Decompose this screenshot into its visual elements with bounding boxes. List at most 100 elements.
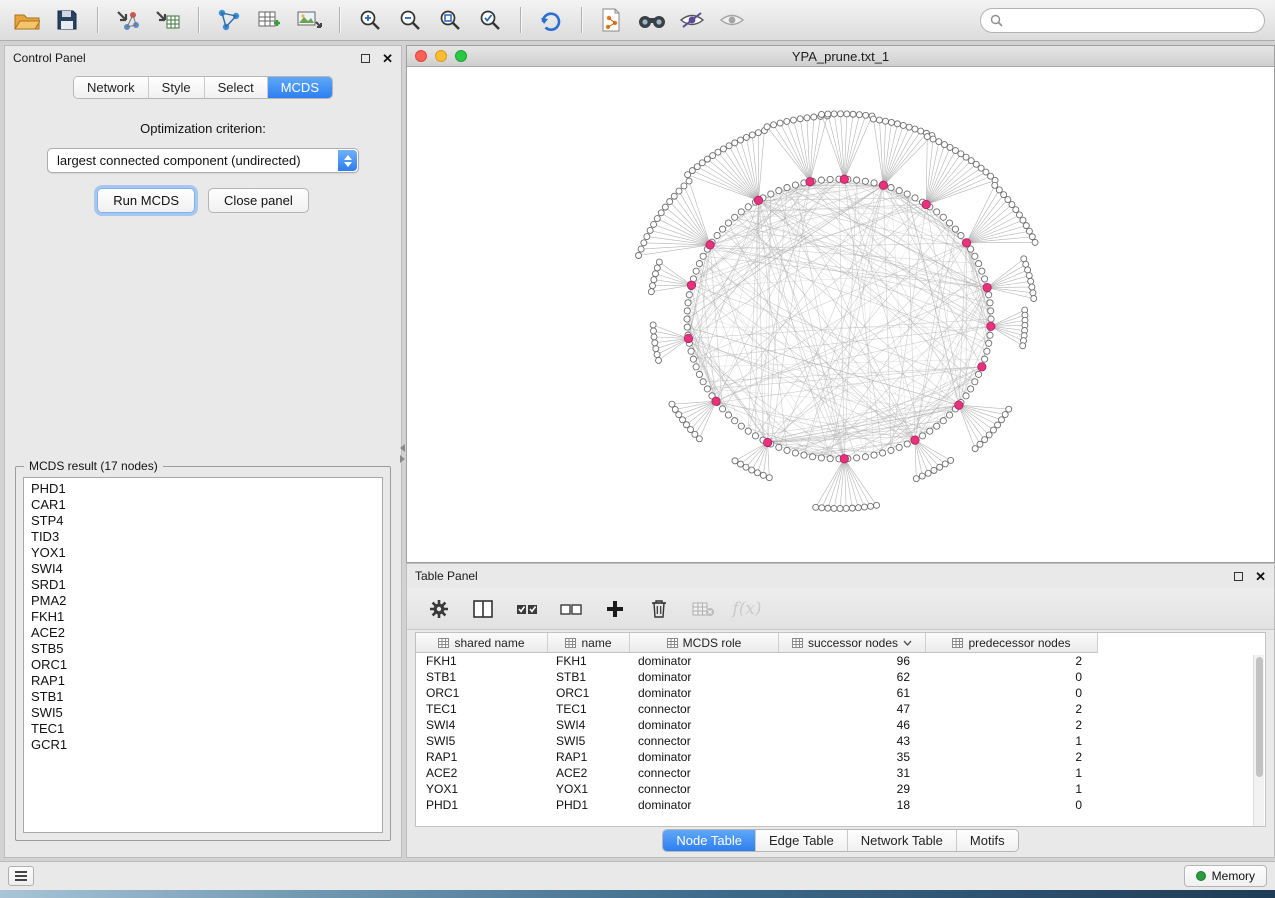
network-node[interactable] bbox=[719, 226, 725, 232]
table-scrollbar[interactable] bbox=[1253, 655, 1264, 827]
network-node[interactable] bbox=[982, 276, 988, 282]
network-node[interactable] bbox=[811, 114, 817, 120]
dominator-node[interactable] bbox=[978, 363, 986, 371]
tab-select[interactable]: Select bbox=[205, 77, 268, 98]
dominator-node[interactable] bbox=[879, 181, 887, 189]
run-mcds-button[interactable]: Run MCDS bbox=[97, 188, 195, 213]
network-node[interactable] bbox=[977, 441, 983, 447]
network-node[interactable] bbox=[752, 433, 758, 439]
show-all-icon[interactable] bbox=[715, 4, 749, 36]
network-node[interactable] bbox=[888, 184, 894, 190]
network-node[interactable] bbox=[650, 328, 656, 334]
column-layout-icon[interactable] bbox=[471, 597, 495, 621]
network-node[interactable] bbox=[784, 118, 790, 124]
network-node[interactable] bbox=[940, 418, 946, 424]
network-node[interactable] bbox=[686, 178, 692, 184]
network-node[interactable] bbox=[894, 121, 900, 127]
table-row[interactable]: ORC1ORC1dominator610 bbox=[416, 685, 1265, 701]
network-node[interactable] bbox=[737, 461, 743, 467]
network-node[interactable] bbox=[819, 111, 825, 117]
network-node[interactable] bbox=[719, 406, 725, 412]
network-node[interactable] bbox=[925, 470, 931, 476]
network-node[interactable] bbox=[904, 191, 910, 197]
dominator-node[interactable] bbox=[712, 397, 720, 405]
network-node[interactable] bbox=[732, 214, 738, 220]
network-node[interactable] bbox=[792, 450, 798, 456]
network-node[interactable] bbox=[681, 183, 687, 189]
network-node[interactable] bbox=[975, 371, 981, 377]
network-node[interactable] bbox=[693, 364, 699, 370]
network-node[interactable] bbox=[986, 432, 992, 438]
network-node[interactable] bbox=[1013, 207, 1019, 213]
mcds-result-item[interactable]: SWI4 bbox=[24, 561, 382, 577]
network-node[interactable] bbox=[942, 461, 948, 467]
network-node[interactable] bbox=[855, 505, 861, 511]
network-node[interactable] bbox=[684, 316, 690, 322]
select-all-icon[interactable] bbox=[515, 597, 539, 621]
table-row[interactable]: FKH1FKH1dominator962 bbox=[416, 653, 1265, 669]
network-node[interactable] bbox=[801, 452, 807, 458]
network-node[interactable] bbox=[924, 134, 930, 140]
float-panel-icon[interactable] bbox=[361, 54, 370, 63]
network-node[interactable] bbox=[968, 386, 974, 392]
mcds-result-item[interactable]: ACE2 bbox=[24, 625, 382, 641]
network-node[interactable] bbox=[651, 221, 657, 227]
network-node[interactable] bbox=[947, 144, 953, 150]
network-node[interactable] bbox=[1005, 197, 1011, 203]
network-node[interactable] bbox=[900, 122, 906, 128]
network-node[interactable] bbox=[992, 182, 998, 188]
hide-selected-icon[interactable] bbox=[675, 4, 709, 36]
network-node[interactable] bbox=[982, 356, 988, 362]
zoom-fit-icon[interactable] bbox=[433, 4, 467, 36]
network-node[interactable] bbox=[879, 450, 885, 456]
save-icon[interactable] bbox=[50, 4, 84, 36]
network-node[interactable] bbox=[686, 292, 692, 298]
memory-button[interactable]: Memory bbox=[1184, 865, 1267, 887]
network-node[interactable] bbox=[651, 277, 657, 283]
status-menu-button[interactable] bbox=[8, 866, 34, 886]
network-node[interactable] bbox=[995, 422, 1001, 428]
search-network-icon[interactable] bbox=[635, 4, 669, 36]
network-node[interactable] bbox=[658, 210, 664, 216]
zoom-in-icon[interactable] bbox=[353, 4, 387, 36]
mcds-result-item[interactable]: STB1 bbox=[24, 689, 382, 705]
column-header[interactable]: shared name bbox=[416, 633, 548, 653]
network-node[interactable] bbox=[654, 352, 660, 358]
network-node[interactable] bbox=[827, 456, 833, 462]
network-node[interactable] bbox=[919, 433, 925, 439]
table-row[interactable]: STB1STB1dominator620 bbox=[416, 669, 1265, 685]
network-node[interactable] bbox=[652, 271, 658, 277]
network-node[interactable] bbox=[827, 176, 833, 182]
new-table-icon[interactable] bbox=[252, 4, 286, 36]
network-node[interactable] bbox=[700, 379, 706, 385]
network-node[interactable] bbox=[1006, 406, 1012, 412]
mcds-result-item[interactable]: STB5 bbox=[24, 641, 382, 657]
network-node[interactable] bbox=[904, 441, 910, 447]
network-node[interactable] bbox=[1031, 296, 1037, 302]
deselect-all-icon[interactable] bbox=[559, 597, 583, 621]
table-row[interactable]: SWI4SWI4dominator462 bbox=[416, 717, 1265, 733]
column-header[interactable]: predecessor nodes bbox=[926, 633, 1098, 653]
network-node[interactable] bbox=[871, 180, 877, 186]
network-node[interactable] bbox=[819, 505, 825, 511]
zoom-selected-icon[interactable] bbox=[473, 4, 507, 36]
network-node[interactable] bbox=[667, 199, 673, 205]
network-node[interactable] bbox=[1023, 223, 1029, 229]
network-node[interactable] bbox=[936, 139, 942, 145]
mcds-result-item[interactable]: CAR1 bbox=[24, 497, 382, 513]
tab-node-table[interactable]: Node Table bbox=[663, 830, 756, 851]
network-node[interactable] bbox=[715, 149, 721, 155]
column-header[interactable]: name bbox=[548, 633, 630, 653]
dominator-node[interactable] bbox=[955, 401, 963, 409]
network-node[interactable] bbox=[941, 142, 947, 148]
network-node[interactable] bbox=[764, 124, 770, 130]
close-panel-icon[interactable]: ✕ bbox=[382, 52, 393, 65]
network-node[interactable] bbox=[948, 457, 954, 463]
network-node[interactable] bbox=[693, 268, 699, 274]
network-node[interactable] bbox=[963, 393, 969, 399]
table-row[interactable]: SWI5SWI5connector431 bbox=[416, 733, 1265, 749]
network-node[interactable] bbox=[912, 126, 918, 132]
network-node[interactable] bbox=[810, 454, 816, 460]
network-node[interactable] bbox=[732, 140, 738, 146]
network-node[interactable] bbox=[913, 476, 919, 482]
